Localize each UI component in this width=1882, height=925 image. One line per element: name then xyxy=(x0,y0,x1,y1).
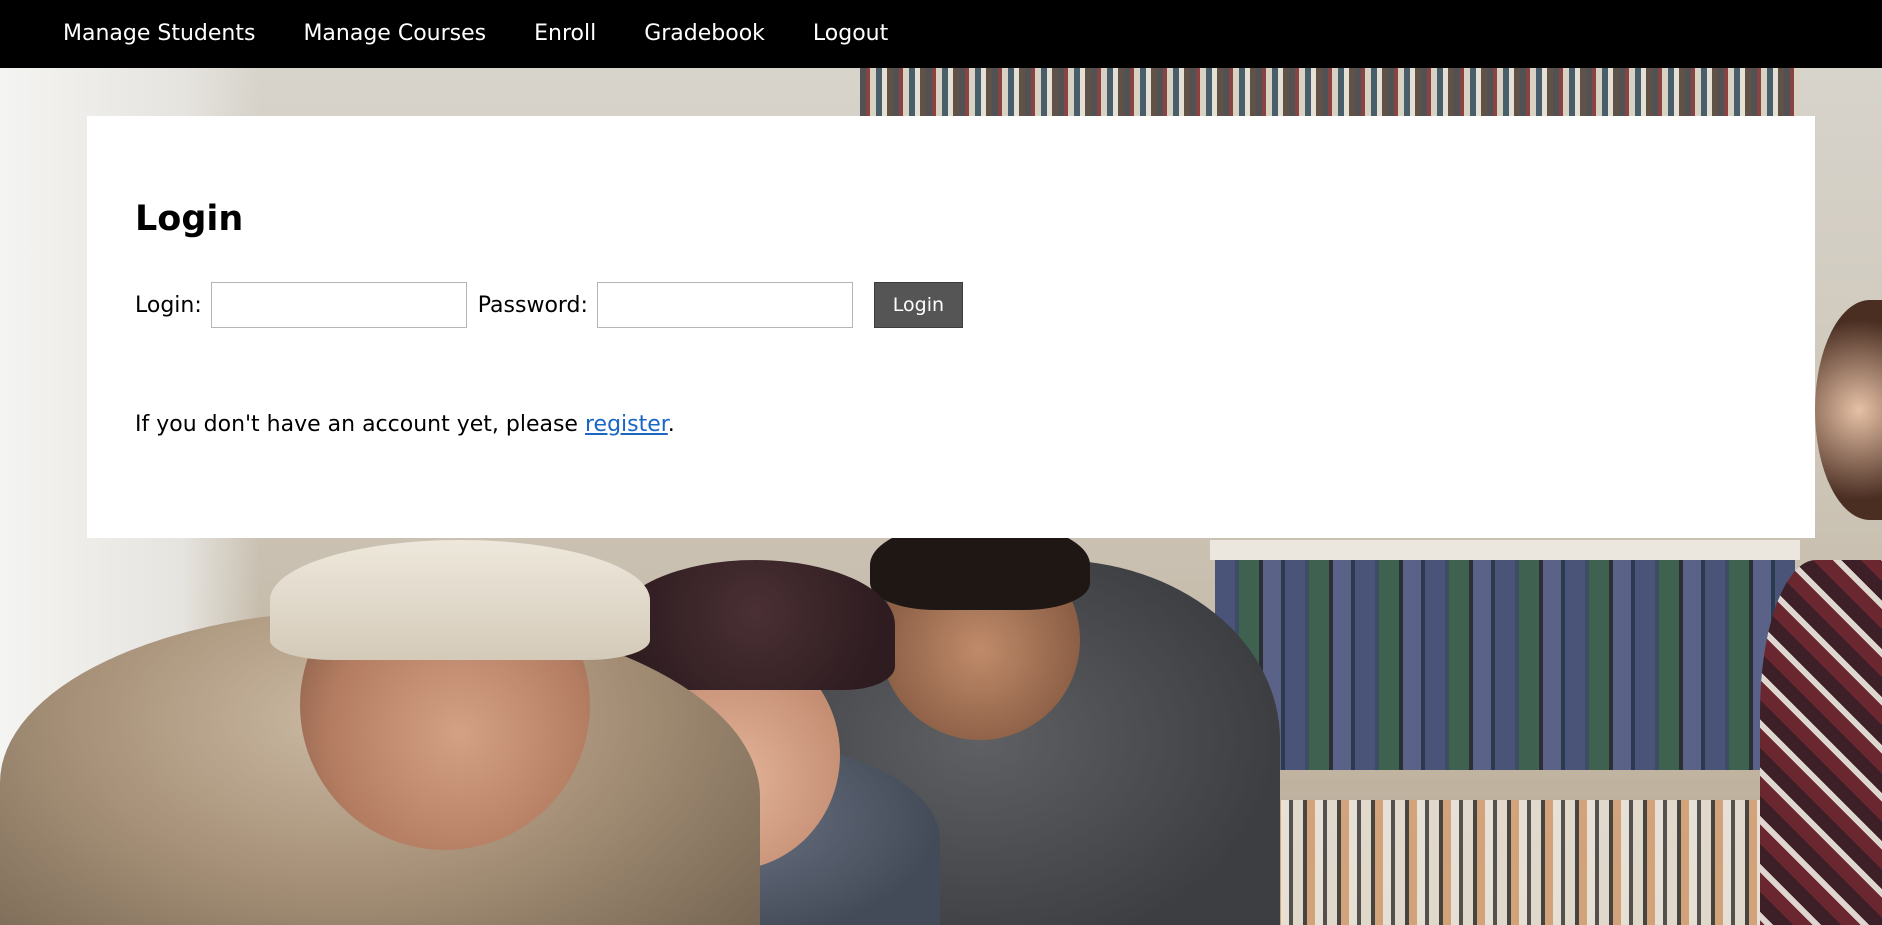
nav-logout[interactable]: Logout xyxy=(789,0,912,68)
password-label: Password: xyxy=(477,292,588,318)
bookshelf-top xyxy=(860,68,1800,118)
student-4-head xyxy=(1815,300,1882,520)
student-1-cap xyxy=(270,540,650,660)
nav-manage-courses[interactable]: Manage Courses xyxy=(279,0,510,68)
login-label: Login: xyxy=(135,292,202,318)
top-navbar: Manage Students Manage Courses Enroll Gr… xyxy=(0,0,1882,68)
student-4-body xyxy=(1760,560,1882,925)
page-title: Login xyxy=(135,199,244,239)
bookshelf-binders xyxy=(1215,560,1795,770)
register-link[interactable]: register xyxy=(585,412,668,437)
password-input[interactable] xyxy=(596,282,853,328)
login-input[interactable] xyxy=(210,282,467,328)
nav-gradebook[interactable]: Gradebook xyxy=(620,0,789,68)
register-prefix-text: If you don't have an account yet, please xyxy=(135,412,585,437)
bookshelf-lower xyxy=(1225,800,1785,925)
register-prompt: If you don't have an account yet, please… xyxy=(135,412,675,437)
nav-enroll[interactable]: Enroll xyxy=(510,0,620,68)
bookshelf-frame xyxy=(1210,540,1800,560)
login-form: Login: Password: Login xyxy=(135,282,963,328)
login-button[interactable]: Login xyxy=(873,282,963,328)
login-card: Login Login: Password: Login If you don'… xyxy=(87,116,1815,538)
register-suffix-text: . xyxy=(667,412,675,437)
nav-manage-students[interactable]: Manage Students xyxy=(39,0,279,68)
